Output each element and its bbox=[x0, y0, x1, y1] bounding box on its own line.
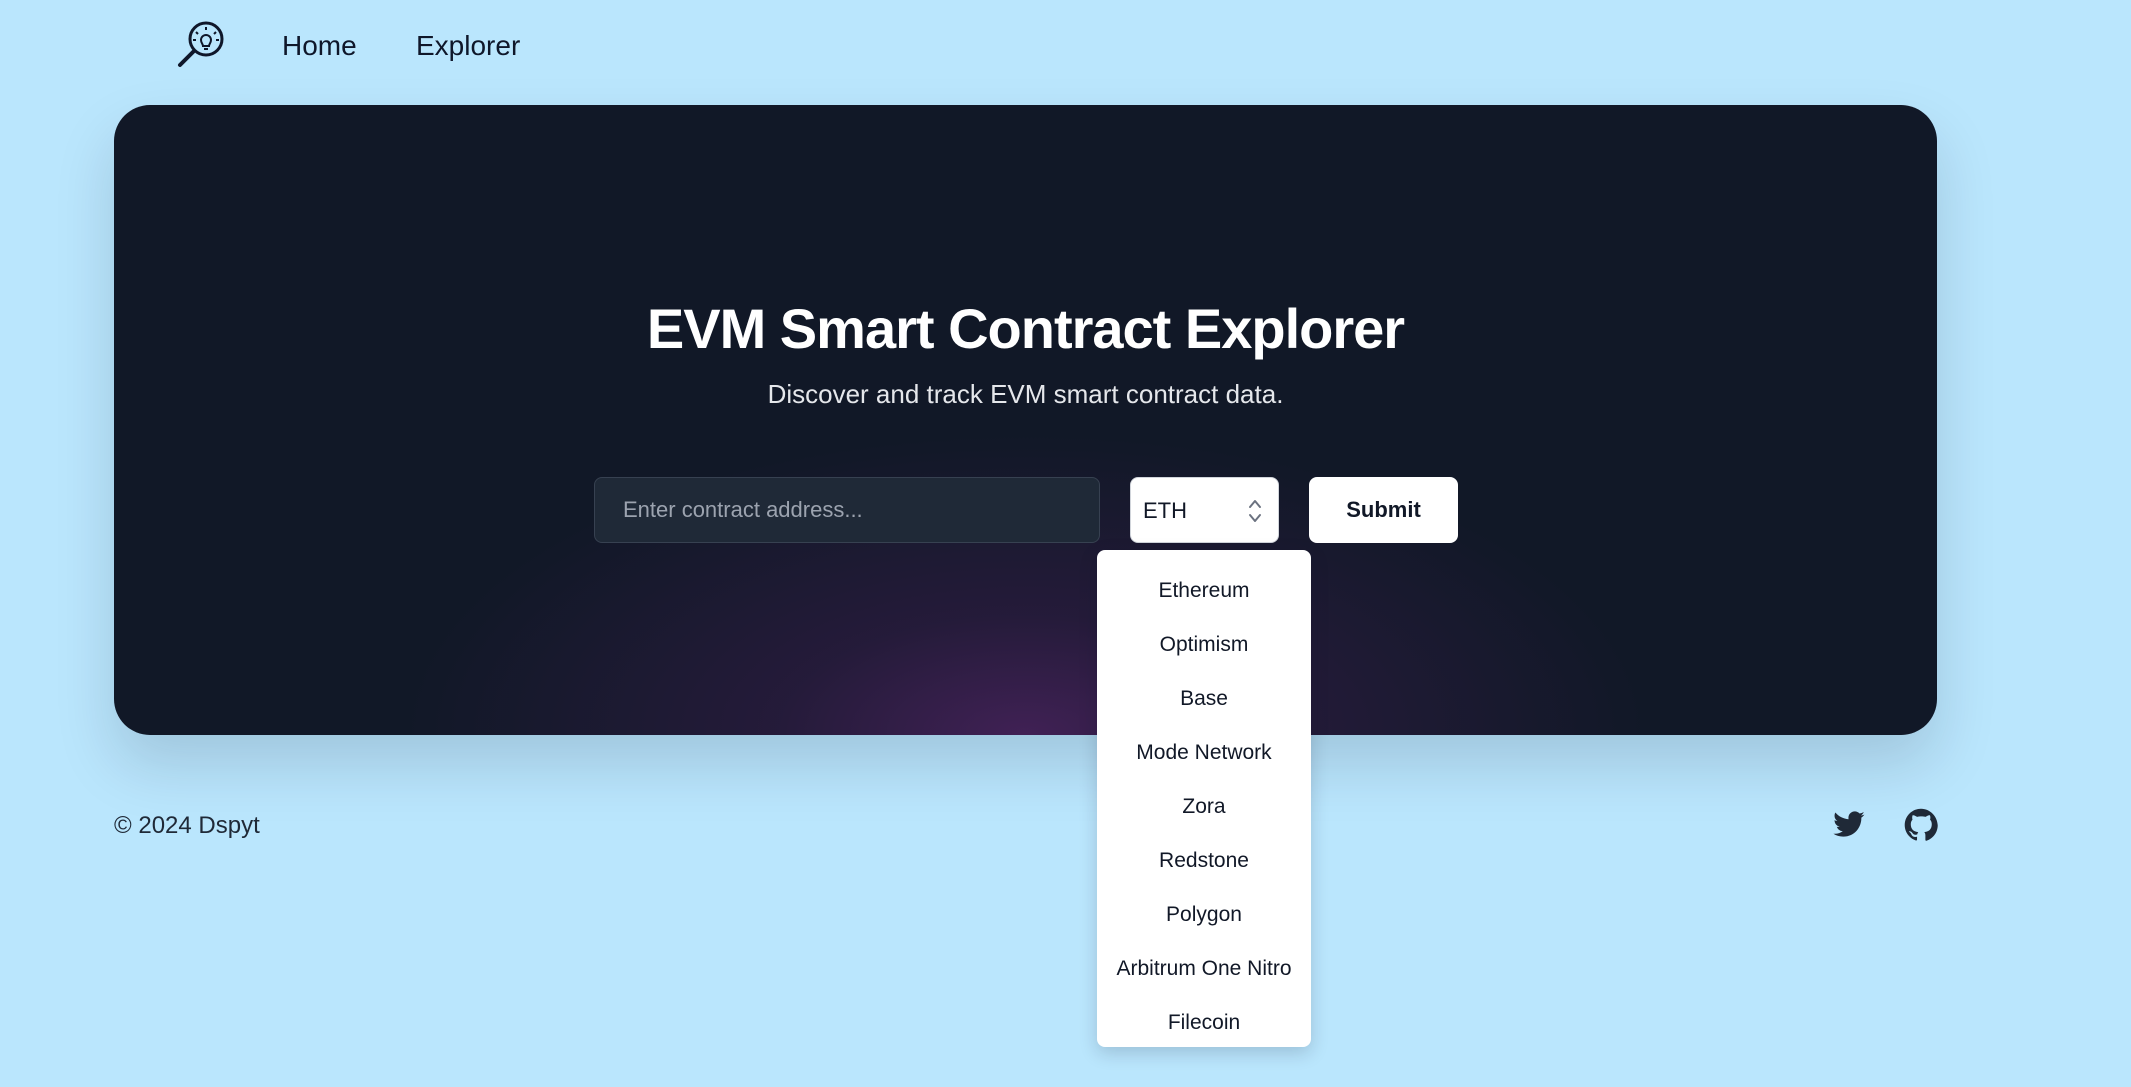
chain-option-redstone[interactable]: Redstone bbox=[1097, 834, 1311, 888]
nav-explorer-link[interactable]: Explorer bbox=[416, 28, 520, 64]
chain-dropdown-menu: Ethereum Optimism Base Mode Network Zora… bbox=[1097, 550, 1311, 1047]
twitter-icon[interactable] bbox=[1832, 808, 1866, 842]
chain-select-value: ETH bbox=[1143, 498, 1187, 523]
github-icon[interactable] bbox=[1904, 808, 1938, 842]
chain-option-zora[interactable]: Zora bbox=[1097, 780, 1311, 834]
chain-option-ethereum[interactable]: Ethereum bbox=[1097, 564, 1311, 618]
chain-option-optimism[interactable]: Optimism bbox=[1097, 618, 1311, 672]
page-title: EVM Smart Contract Explorer bbox=[646, 297, 1405, 360]
chain-option-mode-network[interactable]: Mode Network bbox=[1097, 726, 1311, 780]
chain-select[interactable]: ETH bbox=[1130, 477, 1279, 543]
chain-option-base[interactable]: Base bbox=[1097, 672, 1311, 726]
nav-home-link[interactable]: Home bbox=[282, 28, 357, 64]
footer-copyright: © 2024 Dspyt bbox=[114, 812, 260, 839]
chain-option-filecoin[interactable]: Filecoin bbox=[1097, 996, 1311, 1050]
contract-address-input[interactable] bbox=[594, 477, 1100, 543]
submit-button[interactable]: Submit bbox=[1309, 477, 1458, 543]
hero-card: EVM Smart Contract Explorer Discover and… bbox=[114, 105, 1937, 735]
chain-option-polygon[interactable]: Polygon bbox=[1097, 888, 1311, 942]
chevron-up-down-icon bbox=[1249, 500, 1261, 522]
chain-option-arbitrum-one-nitro[interactable]: Arbitrum One Nitro bbox=[1097, 942, 1311, 996]
magnifier-lightbulb-icon[interactable] bbox=[172, 18, 230, 72]
page-subtitle: Discover and track EVM smart contract da… bbox=[767, 379, 1284, 409]
top-nav: Home Explorer bbox=[0, 0, 2131, 100]
